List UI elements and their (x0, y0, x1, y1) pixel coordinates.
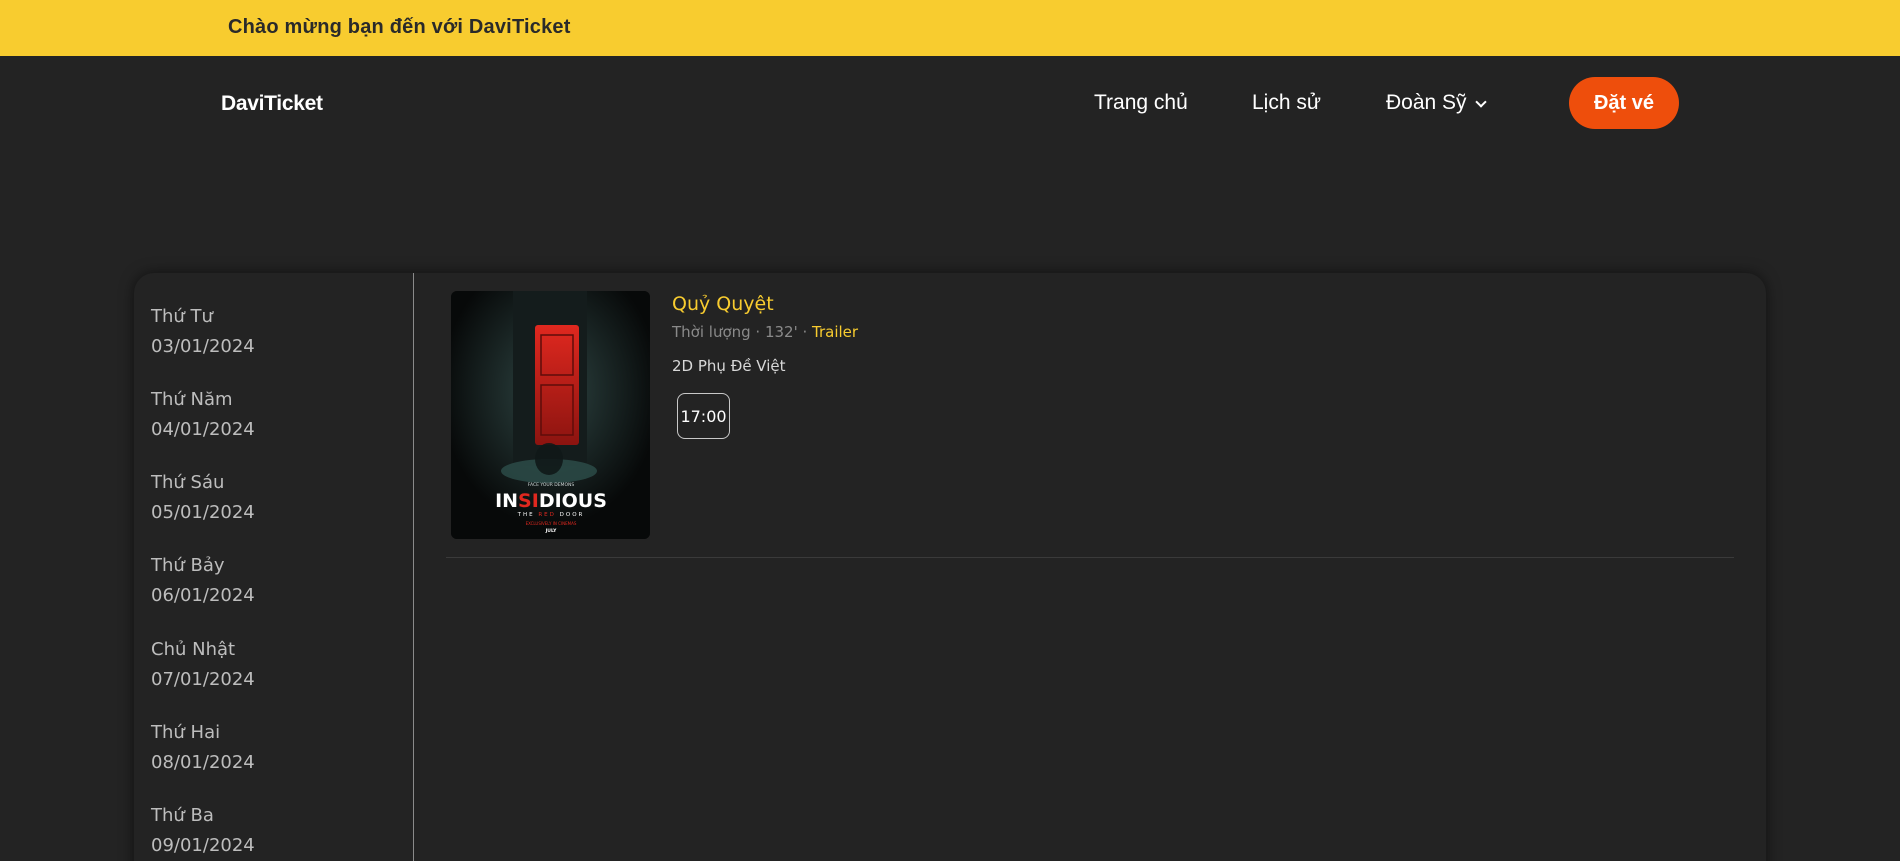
nav-home-link[interactable]: Trang chủ (1094, 91, 1188, 115)
user-name: Đoàn Sỹ (1386, 91, 1467, 114)
date-day: Thứ Năm (151, 389, 233, 410)
date-value: 07/01/2024 (151, 669, 255, 690)
nav-history-link[interactable]: Lịch sử (1252, 91, 1321, 115)
date-day: Thứ Ba (151, 805, 214, 826)
date-value: 05/01/2024 (151, 502, 255, 523)
movie-duration: Thời lượng · 132' · (672, 323, 813, 341)
movie-title[interactable]: Quỷ Quyệt (672, 293, 774, 315)
date-value: 06/01/2024 (151, 585, 255, 606)
date-item[interactable]: Thứ Tư 03/01/2024 (151, 302, 255, 362)
date-value: 09/01/2024 (151, 835, 255, 856)
date-day: Chủ Nhật (151, 639, 236, 660)
date-day: Thứ Hai (151, 722, 221, 743)
date-day: Thứ Sáu (151, 472, 225, 493)
date-value: 03/01/2024 (151, 336, 255, 357)
poster-title-highlight: SI (518, 490, 539, 512)
date-item[interactable]: Thứ Bảy 06/01/2024 (151, 551, 255, 611)
welcome-bar: Chào mừng bạn đến với DaviTicket (0, 0, 1902, 56)
date-day: Thứ Bảy (151, 555, 225, 576)
poster-title-start: IN (495, 490, 518, 512)
schedule-panel: Thứ Tư 03/01/2024 Thứ Năm 04/01/2024 Thứ… (134, 273, 1766, 861)
poster-tagline: FACE YOUR DEMONS (528, 482, 575, 488)
poster-month: JULY (545, 528, 557, 534)
movie-meta: Thời lượng · 132' · Trailer (672, 323, 858, 341)
poster-subtitle-highlight: RED (538, 512, 556, 518)
date-item[interactable]: Thứ Ba 09/01/2024 (151, 801, 255, 861)
movie-format: 2D Phụ Đề Việt (672, 357, 786, 375)
trailer-link[interactable]: Trailer (812, 323, 858, 341)
poster-subtitle-end: DOOR (556, 512, 584, 518)
poster-title-end: DIOUS (539, 490, 607, 512)
date-item[interactable]: Thứ Hai 08/01/2024 (151, 718, 255, 778)
date-value: 08/01/2024 (151, 752, 255, 773)
chevron-down-icon (1474, 96, 1487, 108)
site-logo[interactable]: DaviTicket (221, 92, 323, 116)
svg-text:THE RED DOOR: THE RED DOOR (517, 512, 585, 518)
movie-row: FACE YOUR DEMONS INSIDIOUS THE RED DOOR … (446, 291, 1734, 558)
date-item[interactable]: Thứ Năm 04/01/2024 (151, 385, 255, 445)
date-item[interactable]: Chủ Nhật 07/01/2024 (151, 635, 255, 695)
movie-poster[interactable]: FACE YOUR DEMONS INSIDIOUS THE RED DOOR … (451, 291, 650, 539)
svg-text:INSIDIOUS: INSIDIOUS (495, 490, 607, 512)
showtime-button[interactable]: 17:00 (677, 393, 730, 439)
book-ticket-button[interactable]: Đặt vé (1569, 77, 1679, 129)
user-menu[interactable]: Đoàn Sỹ (1386, 91, 1487, 115)
poster-release-note: EXCLUSIVELY IN CINEMAS (526, 521, 577, 526)
date-list: Thứ Tư 03/01/2024 Thứ Năm 04/01/2024 Thứ… (134, 273, 414, 861)
date-item[interactable]: Thứ Sáu 05/01/2024 (151, 468, 255, 528)
date-day: Thứ Tư (151, 306, 213, 327)
poster-subtitle-start: THE (517, 512, 539, 518)
welcome-text: Chào mừng bạn đến với DaviTicket (228, 16, 571, 38)
date-value: 04/01/2024 (151, 419, 255, 440)
